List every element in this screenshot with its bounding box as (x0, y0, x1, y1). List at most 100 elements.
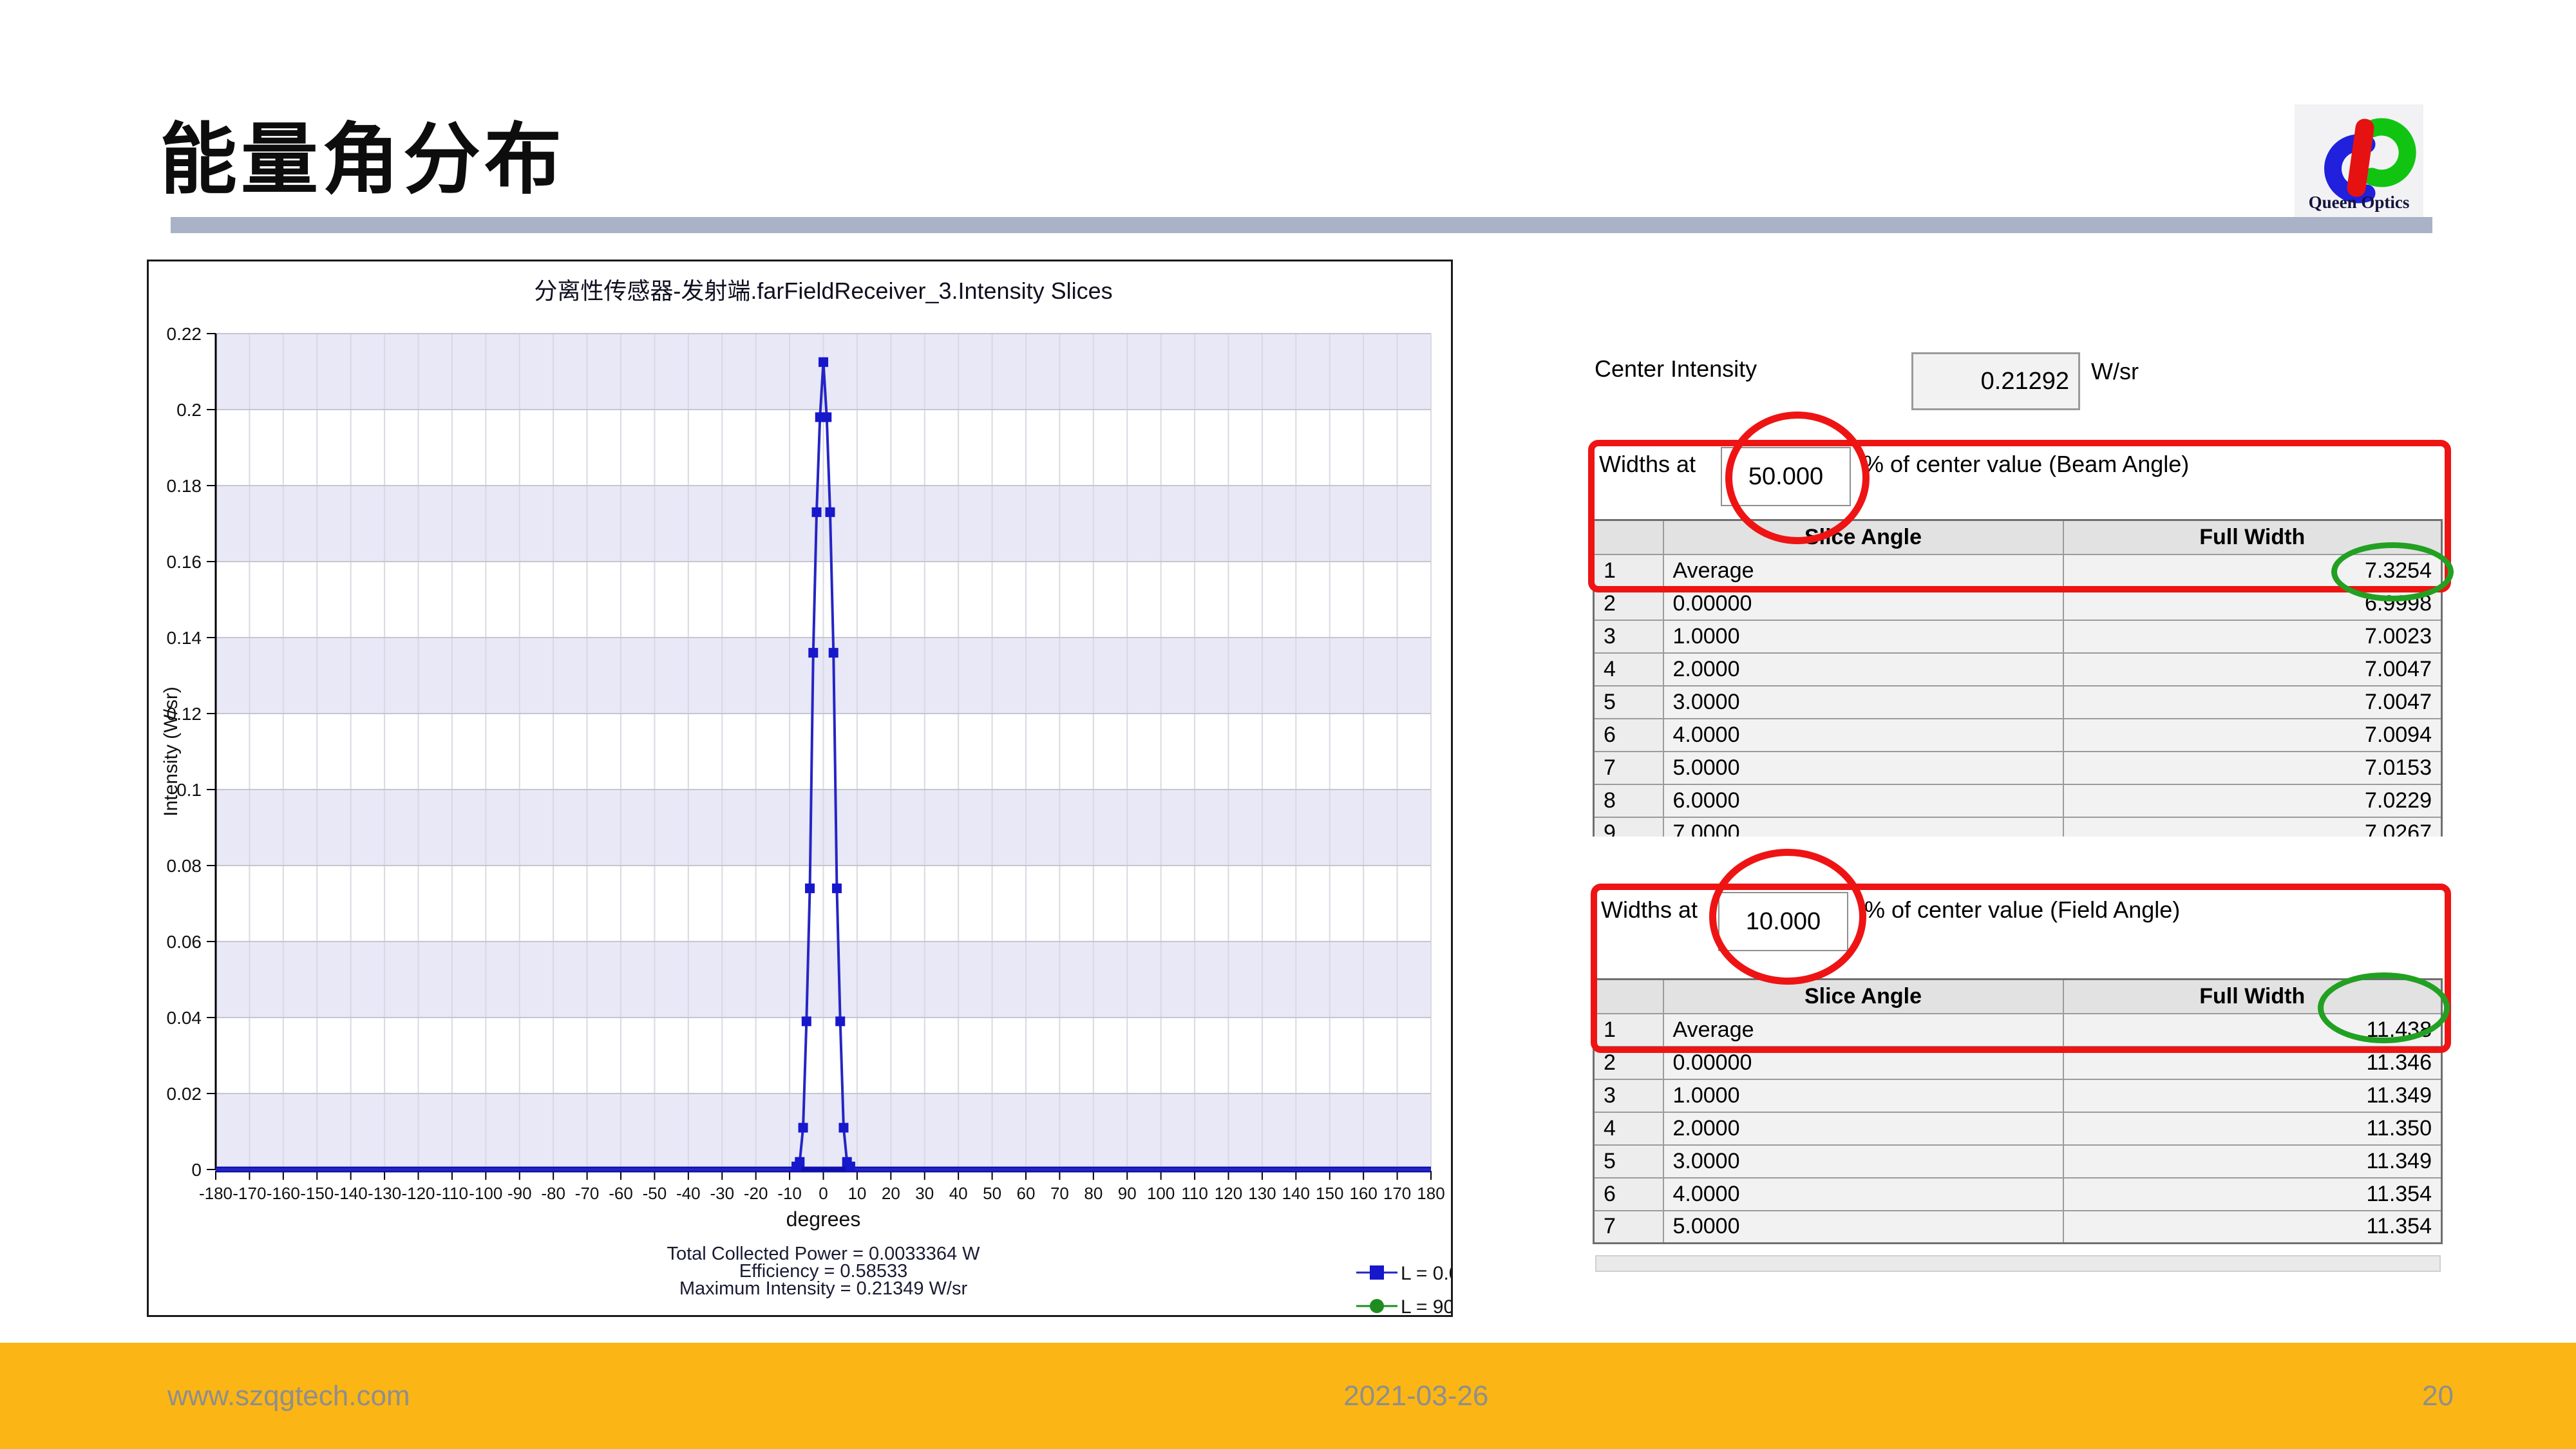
center-intensity-label: Center Intensity (1595, 355, 1757, 383)
y-tick-label: 0.08 (167, 856, 202, 876)
table-row[interactable]: 20.000006.9998 (1594, 587, 2442, 620)
field-angle-table-viewport: Slice Angle Full Width 1Average11.43820.… (1593, 978, 2445, 1249)
legend-label: L = 90.000 (1401, 1296, 1451, 1315)
beam-table-body: 1Average7.325420.000006.999831.00007.002… (1594, 554, 2442, 837)
footer-website: www.szqgtech.com (167, 1380, 410, 1412)
x-tick-label: -140 (334, 1184, 368, 1203)
field-widths-at-label: Widths at (1601, 896, 1698, 923)
chart-annotation: Maximum Intensity = 0.21349 W/sr (679, 1278, 968, 1299)
legend-square-marker-icon (1370, 1265, 1384, 1280)
x-tick-label: -50 (643, 1184, 667, 1203)
table-row[interactable]: 31.000011.349 (1594, 1079, 2442, 1112)
beam-table-header-row: Slice Angle Full Width (1594, 520, 2442, 554)
queen-optics-logo-icon: Queen Optics (2295, 104, 2423, 217)
data-point-marker (808, 648, 818, 658)
table-row[interactable]: 20.0000011.346 (1594, 1046, 2442, 1079)
beam-header-full-width: Full Width (2063, 520, 2442, 554)
x-tick-label: -160 (267, 1184, 300, 1203)
y-tick-label: 0.16 (167, 552, 202, 572)
x-tick-label: -130 (368, 1184, 401, 1203)
x-tick-label: 120 (1215, 1184, 1242, 1203)
field-angle-table[interactable]: Slice Angle Full Width 1Average11.43820.… (1593, 978, 2443, 1244)
x-tick-label: 10 (848, 1184, 866, 1203)
company-logo: Queen Optics (2295, 104, 2423, 217)
data-point-marker (822, 412, 831, 422)
data-point-marker (802, 1016, 811, 1026)
x-tick-label: 130 (1248, 1184, 1276, 1203)
x-tick-label: 100 (1147, 1184, 1175, 1203)
legend-circle-marker-icon (1370, 1299, 1384, 1313)
data-point-marker (819, 357, 828, 367)
x-tick-label: -120 (401, 1184, 435, 1203)
footer-page-number: 20 (2422, 1380, 2454, 1412)
table-row[interactable]: 53.000011.349 (1594, 1145, 2442, 1178)
logo-text: Queen Optics (2309, 193, 2410, 212)
x-tick-label: 110 (1181, 1184, 1208, 1203)
table-row[interactable]: 42.00007.0047 (1594, 653, 2442, 686)
title-divider (171, 217, 2432, 233)
beam-header-slice-angle: Slice Angle (1663, 520, 2063, 554)
x-tick-label: 170 (1383, 1184, 1411, 1203)
table-row[interactable]: 1Average7.3254 (1594, 554, 2442, 587)
field-threshold-input[interactable]: 10.000 (1718, 892, 1848, 951)
x-tick-label: -40 (676, 1184, 701, 1203)
data-point-marker (805, 884, 815, 893)
table-row[interactable]: 53.00007.0047 (1594, 686, 2442, 719)
x-tick-label: -110 (436, 1184, 468, 1203)
legend-entry: L = 0.00000 (1356, 1263, 1451, 1284)
slide: 能量角分布 Queen Optics -180-170-160-150-140-… (0, 0, 2576, 1449)
x-tick-label: 30 (915, 1184, 934, 1203)
data-point-marker (829, 648, 838, 658)
table-row[interactable]: 31.00007.0023 (1594, 620, 2442, 653)
data-point-marker (835, 1016, 845, 1026)
table-row[interactable]: 75.00007.0153 (1594, 752, 2442, 784)
beam-threshold-input[interactable]: 50.000 (1721, 447, 1851, 506)
x-tick-label: -60 (609, 1184, 633, 1203)
x-tick-label: -20 (744, 1184, 768, 1203)
table-row[interactable]: 42.000011.350 (1594, 1112, 2442, 1145)
table-row[interactable]: 75.000011.354 (1594, 1211, 2442, 1244)
center-intensity-unit: W/sr (2091, 358, 2139, 385)
data-point-marker (825, 507, 835, 517)
x-tick-label: -180 (199, 1184, 232, 1203)
horizontal-scrollbar[interactable] (1595, 1255, 2441, 1272)
x-tick-label: 40 (949, 1184, 968, 1203)
y-tick-label: 0.04 (167, 1008, 202, 1028)
field-table-header-row: Slice Angle Full Width (1594, 980, 2442, 1014)
x-tick-label: -80 (541, 1184, 565, 1203)
table-row[interactable]: 64.000011.354 (1594, 1178, 2442, 1211)
table-row[interactable]: 64.00007.0094 (1594, 719, 2442, 752)
x-tick-label: 50 (983, 1184, 1001, 1203)
y-tick-label: 0.18 (167, 476, 202, 496)
table-row[interactable]: 1Average11.438 (1594, 1014, 2442, 1046)
center-intensity-value-box[interactable]: 0.21292 (1911, 352, 2080, 410)
x-tick-label: -170 (232, 1184, 266, 1203)
beam-angle-table-viewport: Slice Angle Full Width 1Average7.325420.… (1593, 519, 2445, 837)
x-tick-label: 60 (1017, 1184, 1036, 1203)
y-tick-label: 0.06 (167, 932, 202, 952)
table-row[interactable]: 86.00007.0229 (1594, 784, 2442, 817)
y-tick-label: 0 (191, 1160, 202, 1180)
data-point-marker (799, 1123, 808, 1133)
y-axis-title: Intensity (W/sr) (160, 687, 182, 817)
x-tick-label: 140 (1282, 1184, 1310, 1203)
x-tick-label: 90 (1118, 1184, 1137, 1203)
x-tick-label: -90 (507, 1184, 532, 1203)
legend-label: L = 0.00000 (1401, 1263, 1451, 1284)
y-tick-label: 0.2 (176, 400, 202, 420)
y-tick-label: 0.22 (167, 324, 202, 344)
data-point-marker (795, 1157, 804, 1167)
data-point-marker (812, 507, 822, 517)
x-tick-label: -10 (777, 1184, 802, 1203)
x-tick-label: 150 (1316, 1184, 1343, 1203)
field-widths-suffix-label: % of center value (Field Angle) (1864, 896, 2180, 923)
field-header-index (1594, 980, 1663, 1014)
intensity-slices-chart-panel: -180-170-160-150-140-130-120-110-100-90-… (147, 260, 1453, 1317)
beam-angle-table[interactable]: Slice Angle Full Width 1Average7.325420.… (1593, 519, 2443, 837)
x-tick-label: -150 (300, 1184, 334, 1203)
field-header-full-width: Full Width (2063, 980, 2442, 1014)
table-row[interactable]: 97.00007.0267 (1594, 817, 2442, 837)
beam-widths-at-label: Widths at (1599, 451, 1696, 478)
x-tick-label: 0 (819, 1184, 828, 1203)
data-point-marker (832, 884, 842, 893)
